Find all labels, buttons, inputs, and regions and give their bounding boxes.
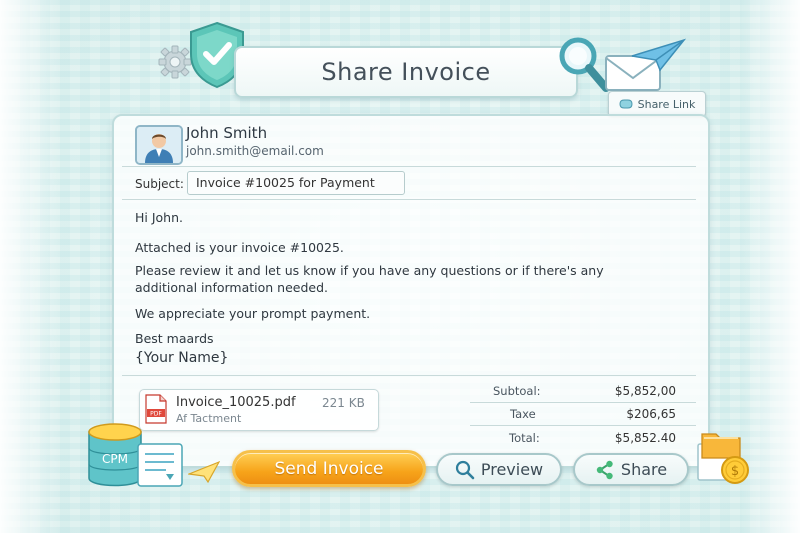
send-invoice-label: Send Invoice — [274, 458, 384, 479]
recipient-name: John Smith — [186, 124, 268, 142]
paper-plane-icon — [631, 38, 686, 72]
message-signature: {Your Name} — [135, 350, 229, 366]
message-closing: Best maards — [135, 331, 214, 346]
share-label: Share — [620, 460, 668, 479]
message-greeting: Hi John. — [135, 210, 183, 225]
subtotal-value: $5,852,00 — [614, 384, 676, 398]
subtotal-label: Subtoal: — [493, 384, 541, 398]
tax-label: Taxe — [510, 407, 536, 421]
title-banner: Share Invoice — [234, 46, 578, 98]
subject-input[interactable]: Invoice #10025 for Payment — [187, 171, 405, 195]
preview-button[interactable]: Preview — [436, 453, 562, 486]
message-line-1: Attached is your invoice #10025. — [135, 240, 344, 255]
message-line-2a: Please review it and let us know if you … — [135, 263, 604, 278]
share-button[interactable]: Share — [573, 453, 689, 486]
pdf-icon-label: PDF — [150, 411, 162, 418]
preview-label: Preview — [480, 460, 544, 479]
subject-label: Subject: — [135, 177, 184, 191]
search-icon — [455, 460, 475, 479]
attachment-size: 221 KB — [322, 396, 365, 410]
paper-plane-icon — [188, 460, 220, 484]
pdf-file-icon: PDF — [145, 394, 167, 424]
message-line-3: We appreciate your prompt payment. — [135, 306, 371, 321]
document-icon — [137, 443, 183, 487]
recipient-email: john.smith@email.com — [186, 144, 324, 158]
total-value: $5,852.40 — [614, 431, 676, 445]
person-avatar-icon — [137, 127, 181, 163]
divider — [122, 199, 696, 200]
coin-icon: $ — [721, 456, 749, 484]
divider — [470, 402, 696, 403]
attachment-subtitle: Af Tactment — [176, 412, 242, 425]
database-label: CPM — [102, 452, 128, 466]
total-label: Total: — [509, 431, 540, 445]
divider — [122, 375, 696, 376]
avatar — [135, 125, 183, 165]
send-invoice-button[interactable]: Send Invoice — [232, 450, 426, 487]
divider — [122, 166, 696, 167]
page-title: Share Invoice — [321, 58, 491, 86]
share-link-label: Share Link — [637, 97, 696, 111]
tax-value: $206,65 — [626, 407, 676, 421]
attachment-item[interactable]: PDF Invoice_10025.pdf 221 KB Af Tactment — [139, 389, 379, 431]
share-icon — [596, 460, 613, 479]
svg-text:$: $ — [731, 464, 739, 479]
link-icon — [619, 99, 633, 109]
message-line-2b: additional information needed. — [135, 280, 329, 295]
divider — [470, 425, 696, 426]
attachment-filename: Invoice_10025.pdf — [176, 395, 296, 410]
